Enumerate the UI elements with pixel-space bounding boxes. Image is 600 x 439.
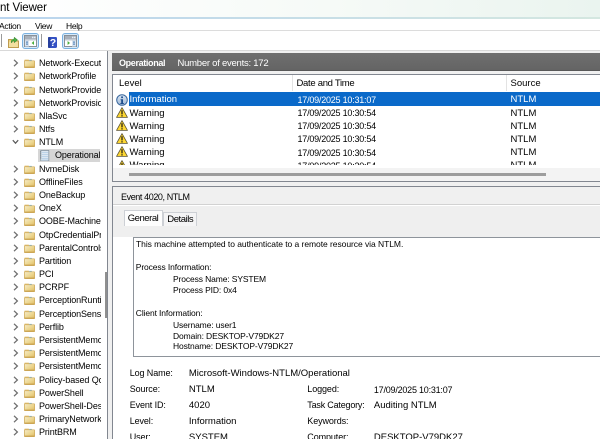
svg-text:?: ? xyxy=(50,37,56,48)
